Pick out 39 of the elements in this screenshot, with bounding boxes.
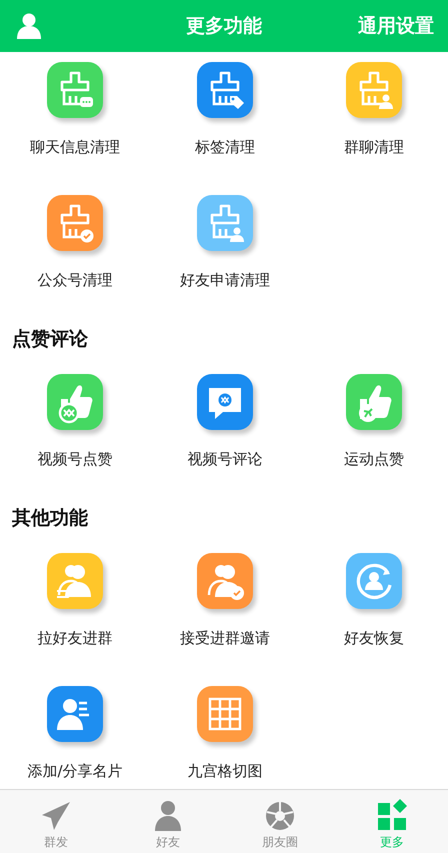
feature-label: 聊天信息清理: [30, 137, 120, 157]
tab-icon: [40, 799, 72, 831]
tab-item[interactable]: 更多: [336, 790, 448, 853]
feature-icon[interactable]: [47, 195, 103, 251]
tab-item[interactable]: 朋友圈: [224, 790, 336, 853]
feature-icon[interactable]: [47, 553, 103, 609]
tab-item[interactable]: 好友: [112, 790, 224, 853]
feature-icon[interactable]: [197, 62, 253, 118]
feature-icon[interactable]: [346, 374, 402, 430]
feature-icon[interactable]: [47, 62, 103, 118]
section-heading: 点赞评论: [11, 327, 89, 352]
feature-label: 接受进群邀请: [180, 628, 270, 648]
feature-label: 添加/分享名片: [27, 761, 123, 781]
tab-icon: [264, 799, 296, 831]
feature-label: 标签清理: [195, 137, 255, 157]
feature-icon[interactable]: [346, 62, 402, 118]
feature-label: 好友恢复: [344, 628, 404, 648]
feature-label: 视频号点赞: [38, 449, 112, 469]
feature-label: 拉好友进群: [38, 628, 112, 648]
tab-icon: [376, 799, 408, 831]
feature-icon[interactable]: [47, 686, 103, 742]
feature-label: 运动点赞: [344, 449, 404, 469]
feature-icon[interactable]: [346, 553, 402, 609]
feature-label: 公众号清理: [38, 270, 112, 290]
feature-icon[interactable]: [197, 195, 253, 251]
feature-label: 群聊清理: [344, 137, 404, 157]
feature-label: 九宫格切图: [188, 761, 262, 781]
tab-item[interactable]: 群发: [0, 790, 112, 853]
feature-label: 好友申请清理: [180, 270, 270, 290]
page-title: 更多功能: [186, 14, 262, 39]
feature-icon[interactable]: [197, 686, 253, 742]
profile-icon[interactable]: [16, 13, 42, 39]
feature-icon[interactable]: [47, 374, 103, 430]
section-heading: 其他功能: [11, 506, 89, 531]
feature-label: 视频号评论: [188, 449, 262, 469]
general-settings-link[interactable]: 通用设置: [358, 13, 434, 39]
feature-icon[interactable]: [197, 553, 253, 609]
feature-icon[interactable]: [197, 374, 253, 430]
tab-icon: [152, 799, 184, 831]
